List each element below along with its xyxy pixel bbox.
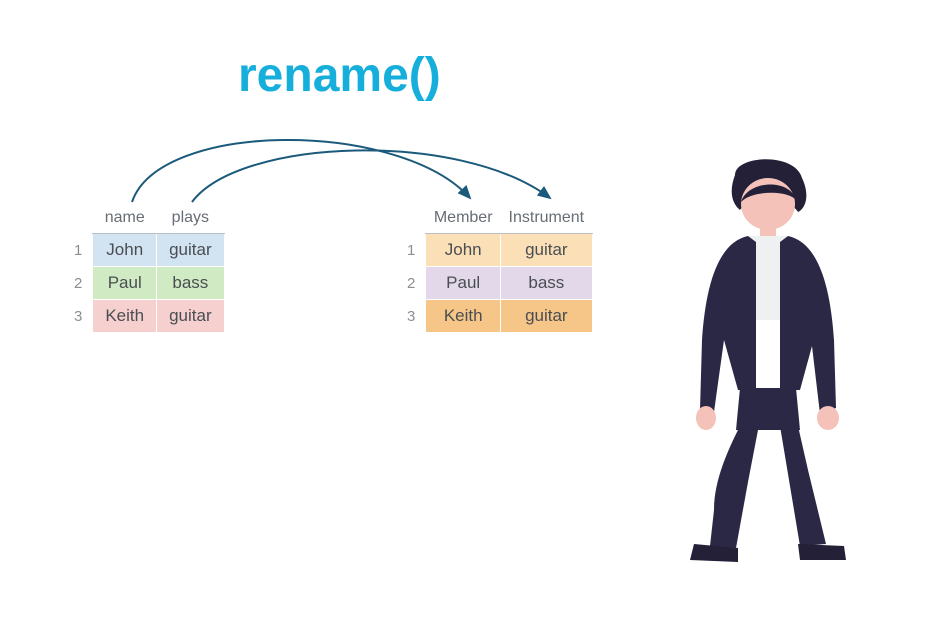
row-index: 3 xyxy=(395,300,426,333)
col-header-plays: plays xyxy=(157,205,225,234)
cell-member: Keith xyxy=(426,300,501,333)
row-index: 3 xyxy=(62,300,93,333)
table-row: 2 Paul bass xyxy=(395,267,592,300)
cell-member: Paul xyxy=(426,267,501,300)
col-header-member: Member xyxy=(426,205,501,234)
col-header-instrument: Instrument xyxy=(501,205,593,234)
table-row: 2 Paul bass xyxy=(62,267,224,300)
source-table: name plays 1 John guitar 2 Paul bass 3 K… xyxy=(62,205,225,333)
table-row: 3 Keith guitar xyxy=(62,300,224,333)
row-index: 1 xyxy=(395,234,426,267)
cell-name: Paul xyxy=(93,267,157,300)
cell-instrument: guitar xyxy=(501,234,593,267)
person-illustration xyxy=(640,150,880,580)
cell-plays: guitar xyxy=(157,234,225,267)
cell-member: John xyxy=(426,234,501,267)
table-row: 1 John guitar xyxy=(395,234,592,267)
cell-plays: guitar xyxy=(157,300,225,333)
cell-name: John xyxy=(93,234,157,267)
diagram-title: rename() xyxy=(238,48,441,103)
cell-instrument: bass xyxy=(501,267,593,300)
result-table: Member Instrument 1 John guitar 2 Paul b… xyxy=(395,205,593,333)
row-index: 2 xyxy=(62,267,93,300)
row-index: 1 xyxy=(62,234,93,267)
cell-name: Keith xyxy=(93,300,157,333)
table-row: 3 Keith guitar xyxy=(395,300,592,333)
row-index: 2 xyxy=(395,267,426,300)
col-header-name: name xyxy=(93,205,157,234)
cell-plays: bass xyxy=(157,267,225,300)
table-row: 1 John guitar xyxy=(62,234,224,267)
cell-instrument: guitar xyxy=(501,300,593,333)
